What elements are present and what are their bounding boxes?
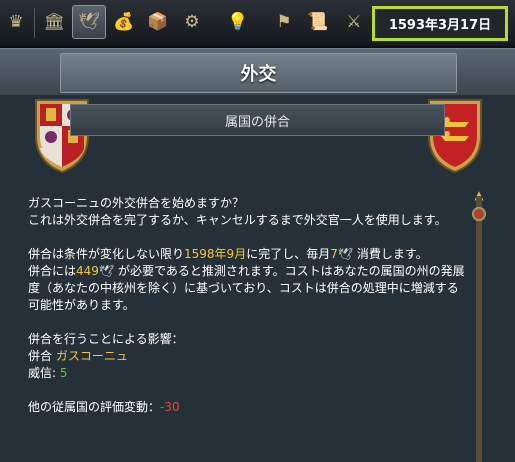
prestige-value: 5	[59, 366, 68, 380]
government-icon[interactable]: 🏛	[38, 6, 70, 38]
toolbar-divider	[34, 8, 35, 38]
intro-paragraph: ガスコーニュの外交併合を始めますか？ これは外交併合を完了するか、キャンセルする…	[28, 195, 468, 229]
diplomacy-dove-icon[interactable]: 🕊	[72, 5, 106, 39]
total-cost-text: 併合には	[28, 264, 77, 278]
window-titlebar: 外交	[0, 48, 515, 96]
completion-text: 併合は条件が変化しない限り	[28, 247, 185, 261]
annex-description: ガスコーニュの外交併合を始めますか？ これは外交併合を完了するか、キャンセルする…	[28, 195, 468, 433]
top-toolbar: ♛ 🏛 🕊 💰 📦 ⚙ 💡 ⚑ 📜 ⚔ 1593年3月17日	[0, 0, 515, 48]
opinion-label: 他の従属国の評価変動：	[28, 400, 161, 414]
production-icon[interactable]: ⚙	[176, 6, 208, 38]
monthly-cost: 7	[330, 247, 338, 261]
effects-paragraph: 併合を行うことによる影響： 併合 ガスコーニュ 威信: 5	[28, 331, 468, 382]
economy-icon[interactable]: 💰	[108, 6, 140, 38]
missions-flag-icon[interactable]: ⚑	[268, 6, 300, 38]
annex-label: 併合	[28, 349, 56, 363]
completion-date: 1598年9月	[184, 247, 247, 261]
annex-target: ガスコーニュ	[55, 349, 128, 363]
crown-icon[interactable]: ♛	[0, 6, 32, 38]
prestige-label: 威信:	[28, 366, 60, 380]
scroll-thumb[interactable]	[472, 207, 486, 221]
diplo-power-icon: 🕊	[98, 264, 115, 278]
page-title: 外交	[60, 53, 457, 93]
total-cost: 449	[76, 264, 99, 278]
trade-icon[interactable]: 📦	[142, 6, 174, 38]
date-display[interactable]: 1593年3月17日	[372, 6, 508, 41]
diplomat-usage-text: これは外交併合を完了するか、キャンセルするまで外交官一人を使用します。	[28, 213, 447, 227]
scrollbar[interactable]	[476, 196, 482, 462]
opinion-value: -30	[160, 400, 180, 414]
monthly-text: に完了し、毎月	[246, 247, 331, 261]
military-icon[interactable]: ⚔	[338, 6, 370, 38]
consume-text: 消費します。	[353, 247, 428, 261]
question-text: ガスコーニュの外交併合を始めますか？	[28, 196, 245, 210]
cost-paragraph: 併合は条件が変化しない限り1598年9月に完了し、毎月7🕊 消費します。 併合に…	[28, 246, 468, 314]
decisions-scroll-icon[interactable]: 📜	[302, 6, 334, 38]
ideas-lightbulb-icon[interactable]: 💡	[222, 6, 254, 38]
diplo-power-icon: 🕊	[337, 247, 354, 261]
subtitle-plate: 属国の併合	[70, 104, 445, 136]
opinion-paragraph: 他の従属国の評価変動：-30	[28, 399, 468, 416]
effects-header: 併合を行うことによる影響：	[28, 332, 184, 346]
